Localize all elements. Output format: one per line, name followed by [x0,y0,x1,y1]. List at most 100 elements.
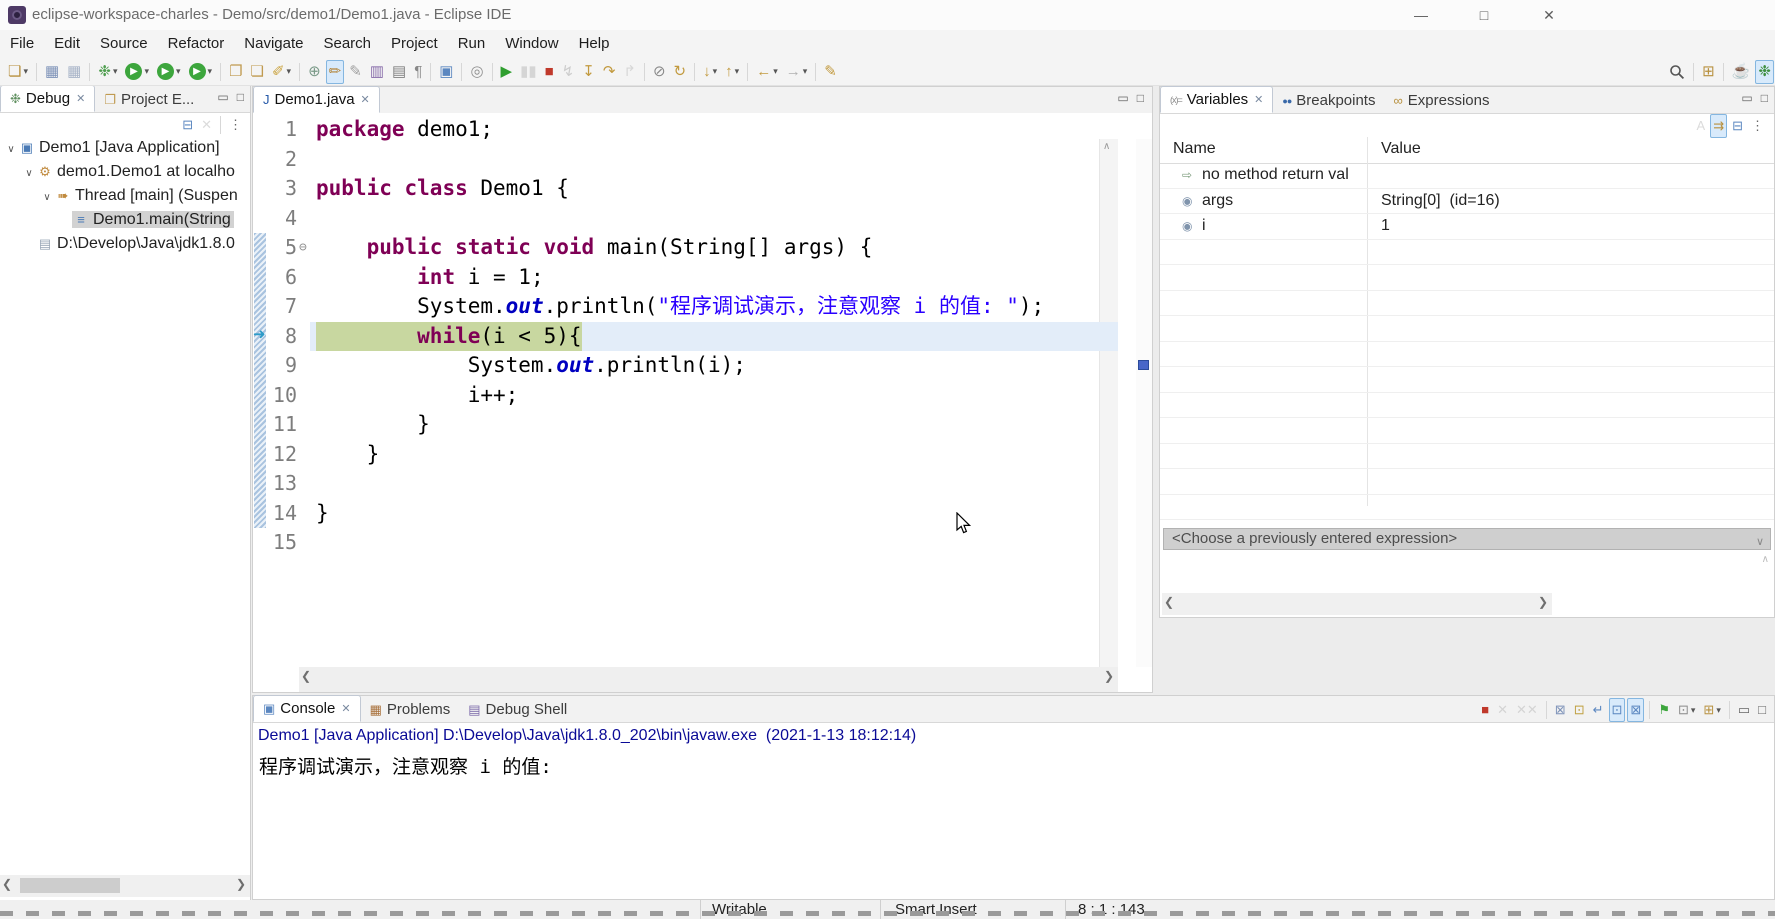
code-text[interactable]: } [310,410,1118,440]
minimize-icon[interactable]: ▭ [1735,698,1753,722]
code-text[interactable]: public static void main(String[] args) { [310,233,1118,263]
menu-search[interactable]: Search [313,30,381,52]
close-tab-icon[interactable]: ✕ [361,93,370,106]
code-line[interactable]: 10 i++; [253,381,1118,411]
display-selected-console-icon[interactable]: ⊡▾ [1675,698,1698,722]
show-type-names-icon[interactable]: A [1694,114,1709,138]
open-console-icon[interactable]: ⊞▾ [1700,698,1723,722]
empty-row[interactable] [1160,393,1774,419]
step-into-icon[interactable]: ↧ [579,60,598,84]
fold-collapse-icon[interactable]: ⊖ [299,233,307,263]
show-outline-icon[interactable]: ▤ [389,60,409,84]
tab-demo1-java[interactable]: JDemo1.java✕ [253,86,380,113]
code-line[interactable]: 2 [253,145,1118,175]
use-step-filters-icon[interactable]: ↻ [671,60,690,84]
empty-row[interactable] [1160,418,1774,444]
chevron-down-icon[interactable]: ▾ [1716,705,1721,716]
coverage-icon[interactable]: ▶▾ [154,60,184,84]
chevron-down-icon[interactable]: ▾ [176,66,181,77]
scroll-left-icon[interactable]: ❮ [301,669,311,683]
tab-expressions[interactable]: ∞Expressions [1384,88,1498,113]
close-tab-icon[interactable]: ✕ [1254,93,1263,106]
tree-item[interactable]: ∨➠Thread [main] (Suspen [0,184,250,208]
view-menu-icon[interactable]: ⋮ [1748,114,1767,138]
menu-navigate[interactable]: Navigate [234,30,313,52]
show-whitespace-icon[interactable]: ¶ [411,60,425,84]
empty-row[interactable] [1160,265,1774,291]
column-name[interactable]: Name [1173,140,1216,158]
overview-ruler[interactable] [1136,139,1152,667]
disconnect-icon[interactable]: ↯ [559,60,578,84]
show-stdout-when-changed-icon[interactable]: ⊡ [1609,698,1626,722]
variable-row[interactable]: ◉argsString[0] (id=16) [1160,189,1774,215]
search-flashlight-icon[interactable]: ✐▾ [269,60,294,84]
tab-debug-shell[interactable]: ▤Debug Shell [459,697,576,722]
window-maximize-button[interactable]: □ [1461,0,1507,30]
expression-combo[interactable]: <Choose a previously entered expression>… [1163,528,1771,550]
terminate-icon[interactable]: ■ [1478,698,1492,722]
code-line[interactable]: 9 System.out.println(i); [253,351,1118,381]
externalize-strings-icon[interactable]: ✎ [346,60,365,84]
editor-hscrollbar[interactable]: ❮ ❯ [299,667,1118,692]
run-history-icon[interactable]: ▶▾ [186,60,216,84]
tree-item[interactable]: ∨⚙demo1.Demo1 at localho [0,160,250,184]
code-text[interactable]: System.out.println(i); [310,351,1118,381]
menu-refactor[interactable]: Refactor [158,30,235,52]
code-text[interactable] [310,528,1118,558]
code-text[interactable]: while(i < 5){ [310,322,1118,352]
menu-edit[interactable]: Edit [44,30,90,52]
remove-all-terminated-icon[interactable]: ✕ [198,113,215,137]
scroll-lock-icon[interactable]: ⊡ [1571,698,1588,722]
instruction-pointer-marker[interactable] [1138,360,1149,370]
view-menu-icon[interactable]: ⋮ [226,113,245,137]
chevron-down-icon[interactable]: ▾ [773,66,778,77]
scroll-right-icon[interactable]: ❯ [236,877,246,891]
minimize-view-icon[interactable]: ▭ [1741,91,1752,105]
java-perspective-icon[interactable]: ☕ [1729,60,1754,84]
maximize-icon[interactable]: □ [1755,698,1769,722]
suspend-icon[interactable]: ▮▮ [517,60,540,84]
code-text[interactable]: public class Demo1 { [310,174,1118,204]
code-viewport[interactable]: ➜ ∧ ∨ 1package demo1;23public class Demo… [253,113,1152,667]
chevron-down-icon[interactable]: ▾ [208,66,213,77]
scroll-right-icon[interactable]: ❯ [1538,595,1548,609]
terminate-icon[interactable]: ■ [542,60,557,84]
empty-row[interactable] [1160,342,1774,368]
code-line[interactable]: 7 System.out.println("程序调试演示，注意观察 i 的值: … [253,292,1118,322]
show-logical-structures-icon[interactable]: ⇉ [1710,114,1727,138]
show-stderr-when-changed-icon[interactable]: ⊠ [1627,698,1644,722]
scroll-left-icon[interactable]: ❮ [1164,595,1174,609]
maximize-view-icon[interactable]: □ [237,90,244,104]
clear-console-icon[interactable]: ⊠ [1552,698,1569,722]
search-icon[interactable] [1666,60,1688,84]
menu-file[interactable]: File [0,30,44,52]
tree-item[interactable]: ∨▣Demo1 [Java Application] [0,136,250,160]
code-line[interactable]: 11 } [253,410,1118,440]
chevron-down-icon[interactable]: ▾ [1691,705,1696,716]
tree-item[interactable]: ▤D:\Develop\Java\jdk1.8.0 [0,232,250,256]
tab-project-explorer[interactable]: ❐Project E... [95,87,203,112]
tab-problems[interactable]: ▦Problems [361,697,460,722]
code-line[interactable]: 1package demo1; [253,115,1118,145]
empty-row[interactable] [1160,444,1774,470]
code-line[interactable]: 15 [253,528,1118,558]
chevron-expanded-icon[interactable]: ∨ [4,138,18,160]
step-return-icon[interactable]: ↱ [620,60,639,84]
last-edit-location-icon[interactable]: ✎ [821,60,840,84]
collapse-all-icon[interactable]: ⊟ [1729,114,1746,138]
new-wizard-icon[interactable]: ❏▾ [5,60,31,84]
scroll-left-icon[interactable]: ❮ [2,877,12,891]
menu-source[interactable]: Source [90,30,158,52]
close-tab-icon[interactable]: ✕ [341,702,350,715]
forward-history-icon[interactable]: →▾ [783,60,811,84]
previous-annotation-icon[interactable]: ↑▾ [722,60,742,84]
code-line[interactable]: 3public class Demo1 { [253,174,1118,204]
open-resource-icon[interactable]: ❏ [248,60,267,84]
remove-all-terminated-icon[interactable]: ✕✕ [1513,698,1541,722]
run-icon[interactable]: ▶▾ [122,60,152,84]
menu-help[interactable]: Help [569,30,620,52]
code-text[interactable] [310,469,1118,499]
menu-project[interactable]: Project [381,30,448,52]
tab-breakpoints[interactable]: ●●Breakpoints [1273,88,1384,113]
pin-console-icon[interactable]: ⚑ [1655,698,1673,722]
